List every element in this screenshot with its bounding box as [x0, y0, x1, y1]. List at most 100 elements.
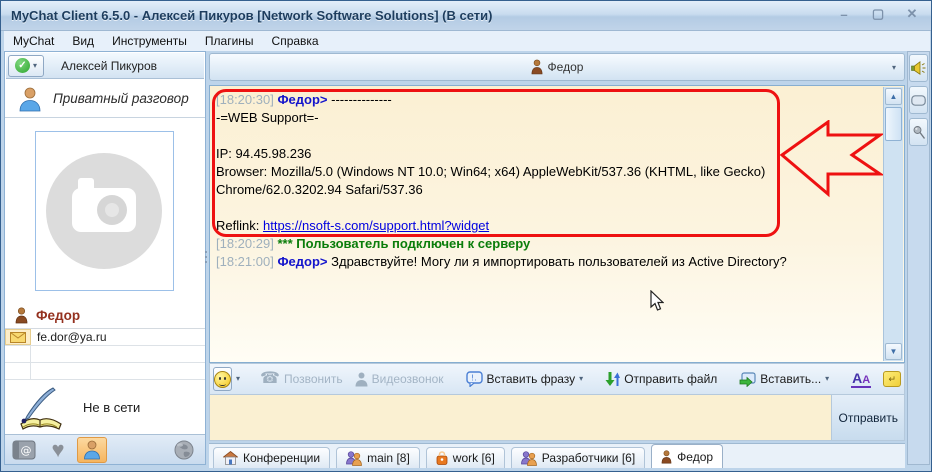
font-format-button[interactable]: AA	[845, 366, 877, 392]
tab-conferences[interactable]: Конференции	[213, 447, 330, 468]
message-line: IP: 94.45.98.236	[216, 145, 874, 163]
status-button[interactable]: ✓ ▾	[8, 55, 44, 77]
chevron-down-icon: ▾	[33, 62, 37, 70]
maximize-icon[interactable]: ▢	[869, 5, 887, 23]
tab-main[interactable]: main [8]	[336, 447, 420, 468]
menu-tools[interactable]: Инструменты	[103, 32, 196, 50]
timestamp: [18:20:29]	[216, 236, 274, 251]
system-message: *** Пользователь подключен к серверу	[277, 236, 530, 251]
blank-line	[216, 199, 874, 217]
app-window: MyChat Client 6.5.0 - Алексей Пикуров [N…	[0, 0, 932, 472]
tab-work[interactable]: work [6]	[426, 447, 505, 468]
tab-developers[interactable]: Разработчики [6]	[511, 447, 645, 468]
emoticons-dropdown-icon[interactable]: ▾	[236, 375, 240, 383]
lock-icon	[436, 451, 448, 465]
emoticons-button[interactable]	[213, 367, 232, 391]
menu-plugins[interactable]: Плагины	[196, 32, 263, 50]
person-brown-icon	[661, 450, 672, 464]
right-toolbar-rail	[907, 51, 930, 465]
insert-phrase-label: Вставить фразу	[487, 372, 576, 386]
insert-object-label: Вставить...	[760, 372, 821, 386]
favorites-button[interactable]: ♥	[43, 437, 73, 463]
chat-header-title: Федор	[548, 60, 584, 74]
photo-panel	[5, 119, 205, 302]
last-phrase-button[interactable]: ↵	[877, 366, 907, 392]
video-call-label: Видеозвонок	[372, 372, 444, 386]
insert-object-button[interactable]: Вставить... ▾	[733, 366, 835, 392]
call-button: ☎ Позвонить	[254, 366, 349, 392]
send-file-button[interactable]: Отправить файл	[599, 366, 723, 392]
window-title: MyChat Client 6.5.0 - Алексей Пикуров [N…	[11, 8, 492, 23]
chevron-down-icon: ▾	[579, 375, 583, 383]
email-icon-cell	[5, 329, 31, 345]
video-call-button: Видеозвонок	[349, 366, 450, 392]
heart-icon: ♥	[51, 439, 64, 461]
web-button[interactable]	[169, 437, 199, 463]
window-mode-button[interactable]	[909, 86, 928, 114]
chevron-down-icon[interactable]: ▾	[892, 64, 896, 72]
message-body: --------------	[331, 92, 392, 107]
menu-help[interactable]: Справка	[263, 32, 328, 50]
address-book-button[interactable]: @	[9, 437, 39, 463]
sound-button[interactable]	[909, 54, 928, 82]
camera-icon	[36, 132, 173, 290]
send-button[interactable]: Отправить	[832, 399, 904, 437]
minimize-icon[interactable]: –	[835, 5, 853, 23]
contacts-button[interactable]	[77, 437, 107, 463]
person-brown-icon	[531, 59, 543, 75]
speaker-icon	[911, 61, 926, 75]
scroll-up-icon[interactable]: ▲	[885, 88, 902, 105]
insert-phrase-button[interactable]: !. Вставить фразу ▾	[460, 366, 590, 392]
scroll-down-icon[interactable]: ▼	[885, 343, 902, 360]
tab-label: Разработчики [6]	[542, 451, 635, 465]
svg-text:@: @	[21, 444, 32, 457]
reflink-url[interactable]: https://nsoft-s.com/support.html?widget	[263, 218, 489, 233]
menu-view[interactable]: Вид	[63, 32, 103, 50]
blank-line	[216, 127, 874, 145]
close-icon[interactable]: ✕	[903, 5, 921, 23]
contact-sidebar: ✓ ▾ Алексей Пикуров Приватный разговор	[4, 51, 206, 465]
contact-status-area: Не в сети	[5, 380, 205, 434]
scroll-thumb[interactable]	[885, 107, 902, 141]
font-icon: AA	[851, 371, 871, 388]
mouse-cursor-icon	[650, 290, 664, 312]
chat-scrollbar[interactable]: ▲ ▼	[883, 87, 903, 361]
empty-grid-row	[5, 363, 205, 380]
composer-area: Отправить	[209, 395, 905, 441]
contact-email: fe.dor@ya.ru	[31, 329, 107, 345]
chat-header-bar[interactable]: Федор ▾	[209, 53, 905, 81]
message-line: -=WEB Support=-	[216, 109, 874, 127]
author-name: Федор>	[277, 254, 327, 269]
self-username: Алексей Пикуров	[44, 59, 204, 73]
sidebar-header: ✓ ▾ Алексей Пикуров	[6, 53, 204, 79]
author-name: Федор>	[277, 92, 327, 107]
menu-mychat[interactable]: MyChat	[4, 32, 63, 50]
pin-button[interactable]	[909, 118, 928, 146]
message-line: Reflink: https://nsoft-s.com/support.htm…	[216, 217, 874, 235]
message-line: [18:21:00] Федор> Здравствуйте! Могу ли …	[216, 253, 874, 271]
send-file-label: Отправить файл	[624, 372, 717, 386]
video-person-icon	[355, 372, 368, 387]
message-log: [18:20:30] Федор> -------------- -=WEB S…	[209, 85, 905, 363]
email-row[interactable]: fe.dor@ya.ru	[5, 329, 205, 346]
address-book-icon: @	[12, 440, 36, 460]
contact-row[interactable]: Федор	[5, 302, 205, 329]
tab-label: main [8]	[367, 451, 410, 465]
call-label: Позвонить	[284, 372, 343, 386]
insert-image-icon	[739, 372, 756, 387]
message-input[interactable]	[210, 395, 831, 440]
private-talk-row[interactable]: Приватный разговор	[5, 80, 205, 118]
svg-text:!.: !.	[471, 374, 477, 383]
message-line: Browser: Mozilla/5.0 (Windows NT 10.0; W…	[216, 163, 874, 199]
contact-name: Федор	[36, 308, 80, 323]
globe-icon	[174, 440, 194, 460]
phone-icon: ☎	[260, 371, 280, 387]
avatar-placeholder[interactable]	[35, 131, 174, 291]
updown-arrows-icon	[605, 371, 620, 387]
conversation-tabbar: Конференции main [8] work [6]	[209, 443, 905, 468]
empty-grid-row	[5, 346, 205, 363]
history-icon: ↵	[883, 371, 901, 387]
person-contacts-icon	[83, 440, 101, 460]
timestamp: [18:20:30]	[216, 92, 274, 107]
tab-fedor[interactable]: Федор	[651, 444, 723, 468]
